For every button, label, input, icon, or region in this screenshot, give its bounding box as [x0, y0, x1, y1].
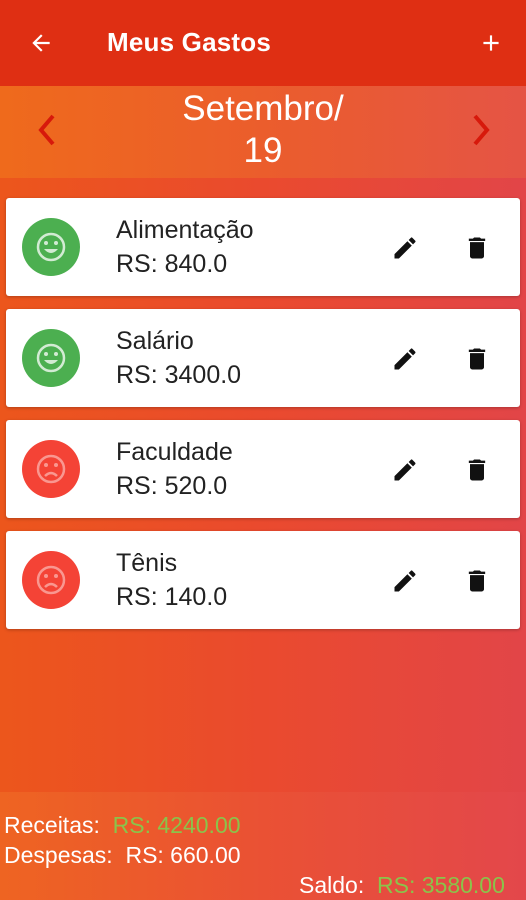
plus-icon — [483, 35, 499, 51]
entry-amount: RS: 520.0 — [116, 472, 228, 500]
app-bar: Meus Gastos — [0, 0, 526, 86]
chevron-right-icon — [473, 114, 490, 146]
pencil-icon — [394, 570, 416, 592]
balance-label: Saldo: — [299, 872, 365, 898]
trash-icon — [468, 459, 486, 481]
entries-list: Alimentação RS: 840.0 Salário RS: 3400.0 — [0, 178, 526, 792]
entry-name: Salário — [116, 327, 194, 355]
list-item[interactable]: Faculdade RS: 520.0 — [6, 420, 520, 518]
month-label-line2: 19 — [243, 131, 283, 170]
pencil-icon — [394, 348, 416, 370]
arrow-left-icon — [32, 34, 50, 52]
status-avatar — [22, 329, 80, 387]
income-summary: Receitas: RS: 4240.00 — [4, 812, 241, 839]
sad-face-icon — [36, 565, 66, 595]
trash-icon — [468, 570, 486, 592]
list-item[interactable]: Salário RS: 3400.0 — [6, 309, 520, 407]
back-button[interactable] — [26, 28, 56, 58]
list-item[interactable]: Alimentação RS: 840.0 — [6, 198, 520, 296]
next-month-button[interactable] — [466, 112, 496, 148]
delete-button[interactable] — [462, 233, 492, 263]
expense-summary: Despesas: RS: 660.00 — [4, 842, 241, 869]
month-label-line1: Setembro/ — [182, 89, 344, 128]
entry-name: Faculdade — [116, 438, 233, 466]
page-title: Meus Gastos — [107, 27, 272, 57]
edit-button[interactable] — [390, 566, 420, 596]
delete-button[interactable] — [462, 344, 492, 374]
edit-button[interactable] — [390, 344, 420, 374]
month-label: Setembro/ 19 — [0, 88, 526, 172]
entry-amount: RS: 840.0 — [116, 250, 228, 278]
expense-label: Despesas: — [4, 842, 113, 868]
trash-icon — [468, 237, 486, 259]
sad-face-icon — [36, 454, 66, 484]
pencil-icon — [394, 459, 416, 481]
status-avatar — [22, 440, 80, 498]
trash-icon — [468, 348, 486, 370]
entry-amount: RS: 140.0 — [116, 583, 228, 611]
status-avatar — [22, 551, 80, 609]
happy-face-icon — [36, 343, 66, 373]
entry-amount: RS: 3400.0 — [116, 361, 242, 389]
balance-summary: Saldo: RS: 3580.00 — [299, 872, 505, 899]
income-value: RS: 4240.00 — [112, 812, 241, 838]
add-entry-button[interactable] — [476, 28, 506, 58]
edit-button[interactable] — [390, 455, 420, 485]
pencil-icon — [394, 237, 416, 259]
status-avatar — [22, 218, 80, 276]
income-label: Receitas: — [4, 812, 100, 838]
entry-name: Tênis — [116, 549, 178, 577]
happy-face-icon — [36, 232, 66, 262]
summary-footer: Receitas: RS: 4240.00 Despesas: RS: 660.… — [0, 792, 526, 900]
expense-value: RS: 660.00 — [125, 842, 241, 868]
delete-button[interactable] — [462, 566, 492, 596]
delete-button[interactable] — [462, 455, 492, 485]
month-navigator: Setembro/ 19 — [0, 86, 526, 178]
entry-name: Alimentação — [116, 216, 254, 244]
edit-button[interactable] — [390, 233, 420, 263]
balance-value: RS: 3580.00 — [377, 872, 505, 898]
list-item[interactable]: Tênis RS: 140.0 — [6, 531, 520, 629]
